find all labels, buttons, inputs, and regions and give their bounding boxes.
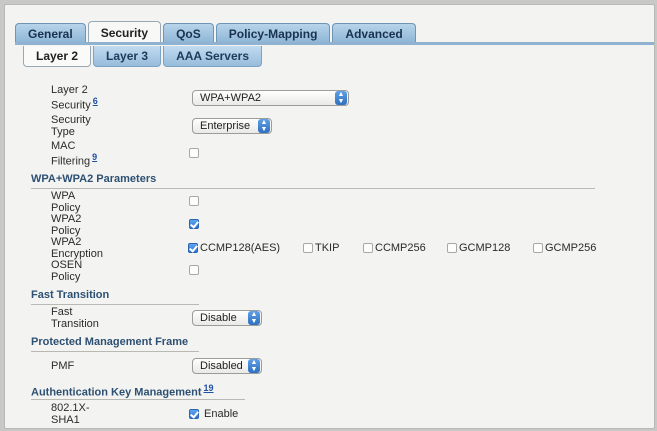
select-arrows-icon: ▲ ▼ bbox=[335, 91, 347, 105]
pmf-select[interactable]: Disabled ▲ ▼ bbox=[192, 358, 262, 374]
pmf-section-title: Protected Management Frame bbox=[31, 336, 189, 348]
fast-transition-select[interactable]: Disable ▲ ▼ bbox=[192, 310, 262, 326]
osen-policy-label: OSEN Policy bbox=[51, 259, 83, 283]
help-link-19[interactable]: 19 bbox=[204, 383, 214, 393]
help-link-9[interactable]: 9 bbox=[92, 152, 97, 162]
akm-enable-label: Enable bbox=[204, 408, 239, 420]
security-type-label: Security Type bbox=[51, 114, 91, 138]
tkip-checkbox[interactable] bbox=[303, 243, 313, 253]
akm-8021x-sha1-checkbox[interactable] bbox=[189, 409, 199, 419]
ccmp256-checkbox[interactable] bbox=[363, 243, 373, 253]
sub-tab-bar: Layer 2 Layer 3 AAA Servers bbox=[23, 46, 264, 68]
subtab-layer-3[interactable]: Layer 3 bbox=[93, 46, 162, 67]
layer2-security-label: Layer 2 Security 6 bbox=[51, 84, 98, 112]
tab-advanced[interactable]: Advanced bbox=[332, 23, 416, 43]
section-divider bbox=[31, 351, 199, 352]
encryption-ccmp256[interactable]: CCMP256 bbox=[363, 242, 426, 254]
encryption-tkip[interactable]: TKIP bbox=[303, 242, 339, 254]
fast-transition-title: Fast Transition bbox=[31, 289, 110, 301]
fast-transition-label: Fast Transition bbox=[51, 306, 99, 330]
akm-enable-control[interactable]: Enable bbox=[189, 408, 238, 420]
security-type-select[interactable]: Enterprise ▲ ▼ bbox=[192, 118, 272, 134]
layer2-security-value: WPA+WPA2 bbox=[200, 92, 262, 104]
fast-transition-value: Disable bbox=[200, 312, 237, 324]
security-type-value: Enterprise bbox=[200, 120, 251, 132]
help-link-6[interactable]: 6 bbox=[93, 96, 98, 106]
select-arrows-icon: ▲ ▼ bbox=[248, 311, 260, 325]
gcmp128-checkbox[interactable] bbox=[447, 243, 457, 253]
wpa2-policy-label: WPA2 Policy bbox=[51, 213, 82, 237]
encryption-gcmp256[interactable]: GCMP256 bbox=[533, 242, 596, 254]
subtab-layer-2[interactable]: Layer 2 bbox=[23, 46, 92, 67]
osen-policy-checkbox[interactable] bbox=[189, 264, 199, 275]
mac-filtering-checkbox[interactable] bbox=[189, 147, 199, 158]
wpa2-encryption-label: WPA2 Encryption bbox=[51, 236, 103, 260]
pmf-value: Disabled bbox=[200, 360, 243, 372]
wlan-edit-panel: General Security QoS Policy-Mapping Adva… bbox=[4, 4, 655, 429]
tab-qos[interactable]: QoS bbox=[163, 23, 214, 43]
subtab-aaa-servers[interactable]: AAA Servers bbox=[163, 46, 262, 67]
akm-8021x-sha1-label: 802.1X-SHA1 bbox=[51, 402, 90, 426]
section-divider bbox=[31, 304, 199, 305]
ccmp128-checkbox[interactable] bbox=[188, 243, 198, 253]
tab-security[interactable]: Security bbox=[87, 21, 162, 43]
tab-general[interactable]: General bbox=[15, 23, 86, 43]
section-divider bbox=[31, 399, 245, 400]
gcmp256-checkbox[interactable] bbox=[533, 243, 543, 253]
main-tab-bar: General Security QoS Policy-Mapping Adva… bbox=[15, 21, 418, 43]
wpa-policy-checkbox[interactable] bbox=[189, 195, 199, 206]
mac-filtering-label: MAC Filtering 9 bbox=[51, 140, 98, 168]
tab-bar-divider bbox=[15, 42, 654, 45]
akm-section-title: Authentication Key Management 19 bbox=[31, 383, 214, 399]
layer2-security-select[interactable]: WPA+WPA2 ▲ ▼ bbox=[192, 90, 349, 106]
section-divider bbox=[31, 188, 595, 189]
select-arrows-icon: ▲ ▼ bbox=[248, 359, 260, 373]
wpa2-policy-checkbox[interactable] bbox=[189, 218, 199, 229]
tab-policy-mapping[interactable]: Policy-Mapping bbox=[215, 23, 331, 43]
wpa-policy-label: WPA Policy bbox=[51, 190, 81, 214]
wpa-section-title: WPA+WPA2 Parameters bbox=[31, 173, 157, 185]
encryption-gcmp128[interactable]: GCMP128 bbox=[447, 242, 510, 254]
select-arrows-icon: ▲ ▼ bbox=[258, 119, 270, 133]
encryption-ccmp128[interactable]: CCMP128(AES) bbox=[188, 242, 280, 254]
pmf-label: PMF bbox=[51, 360, 75, 372]
